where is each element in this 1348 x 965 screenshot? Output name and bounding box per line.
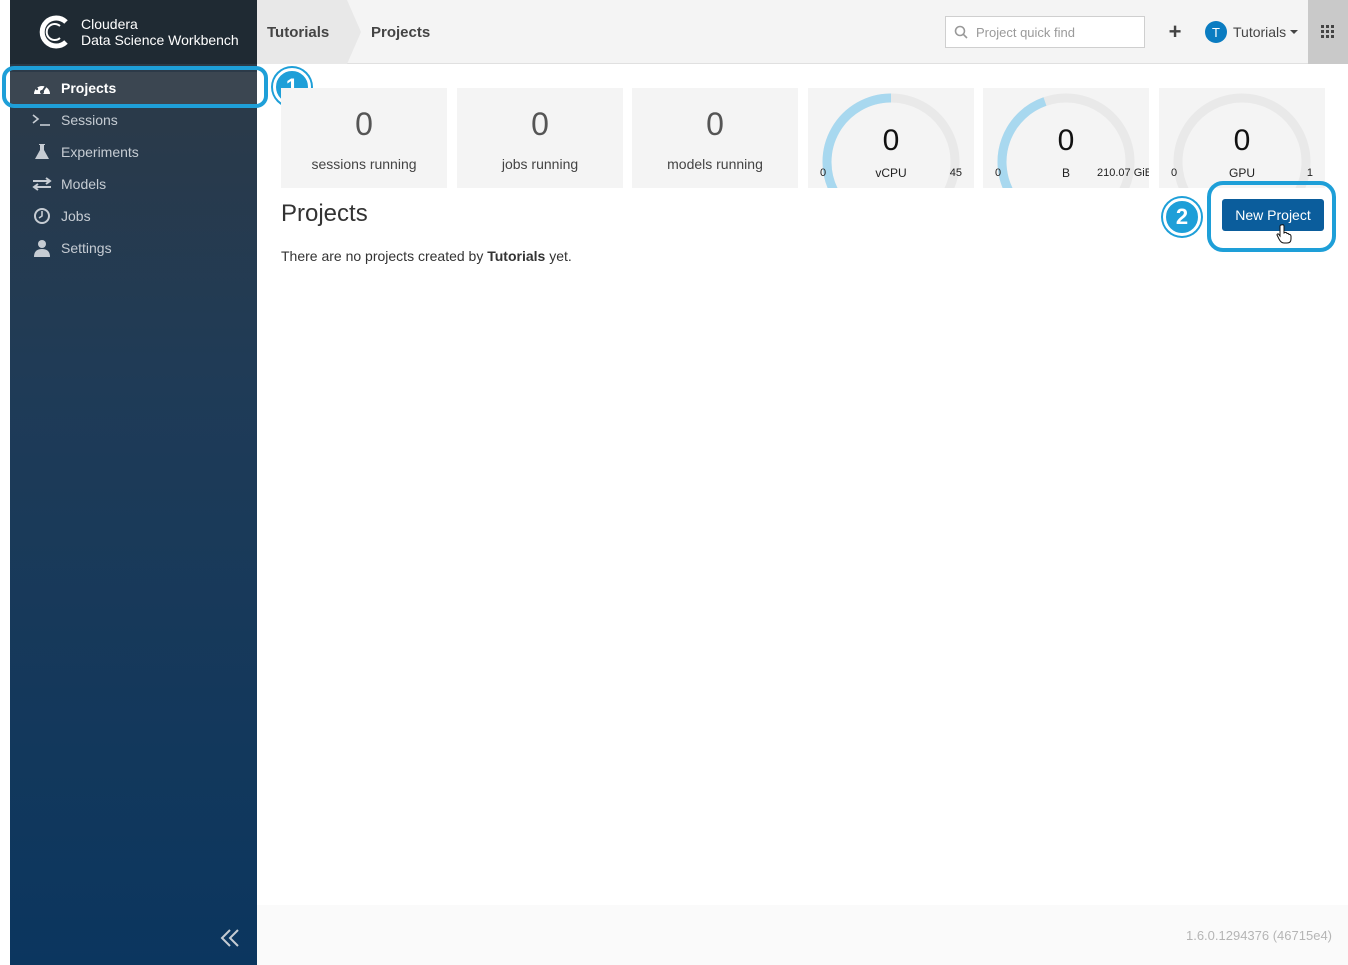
search-input[interactable] xyxy=(976,24,1136,40)
brand-line-1: Cloudera xyxy=(81,16,138,32)
apps-grid-button[interactable] xyxy=(1308,0,1348,64)
brand-header[interactable]: Cloudera Data Science Workbench xyxy=(10,0,257,64)
gauge-value: 0 xyxy=(882,124,900,157)
page-title: Projects xyxy=(281,200,368,227)
gauge-value: 0 xyxy=(1233,124,1251,157)
gauge-max: 45 xyxy=(949,167,962,179)
avatar: T xyxy=(1205,21,1227,43)
add-icon[interactable]: + xyxy=(1165,19,1185,44)
brand-line-2: Data Science Workbench xyxy=(81,32,239,48)
clock-icon xyxy=(32,207,52,225)
flask-icon xyxy=(32,143,52,161)
new-project-button[interactable]: New Project xyxy=(1222,199,1324,231)
user-icon xyxy=(32,239,52,257)
sidebar-item-label: Settings xyxy=(61,240,112,256)
empty-state-message: There are no projects created by Tutoria… xyxy=(281,248,572,264)
stat-value: 0 xyxy=(706,106,724,142)
project-search[interactable] xyxy=(945,16,1145,48)
hand-cursor-icon xyxy=(1276,224,1292,244)
grid-icon xyxy=(1321,25,1334,38)
sidebar: Cloudera Data Science Workbench Projects… xyxy=(10,0,257,965)
sidebar-item-jobs[interactable]: Jobs xyxy=(10,200,257,232)
sidebar-item-settings[interactable]: Settings xyxy=(10,232,257,264)
terminal-icon xyxy=(32,111,52,129)
gauge-memory: 0 B 0 210.07 GiB xyxy=(983,88,1149,188)
breadcrumb-tutorials[interactable]: Tutorials xyxy=(257,0,347,64)
sidebar-item-label: Jobs xyxy=(61,208,91,224)
stat-label: models running xyxy=(667,156,763,172)
sidebar-item-experiments[interactable]: Experiments xyxy=(10,136,257,168)
gauge-unit: GPU xyxy=(1228,166,1255,180)
sidebar-item-models[interactable]: Models xyxy=(10,168,257,200)
gauge-vcpu: 0 vCPU 0 45 xyxy=(808,88,974,188)
stat-value: 0 xyxy=(355,106,373,142)
gauge-max: 1 xyxy=(1306,167,1313,179)
top-bar: Tutorials Projects + T Tutorials xyxy=(257,0,1348,64)
stat-sessions-running: 0 sessions running xyxy=(281,88,447,188)
search-icon xyxy=(954,25,968,39)
empty-state-user: Tutorials xyxy=(487,248,546,264)
sidebar-item-label: Models xyxy=(61,176,107,192)
gauge-min: 0 xyxy=(1171,167,1178,179)
breadcrumb-separator xyxy=(347,0,361,64)
callout-highlight-projects xyxy=(2,66,268,108)
stat-jobs-running: 0 jobs running xyxy=(457,88,623,188)
cloudera-logo-icon xyxy=(39,15,68,49)
stat-models-running: 0 models running xyxy=(632,88,798,188)
stat-label: sessions running xyxy=(311,156,417,172)
gauge-min: 0 xyxy=(995,167,1002,179)
callout-number-2: 2 xyxy=(1163,198,1201,236)
gauge-min: 0 xyxy=(820,167,827,179)
sidebar-item-label: Experiments xyxy=(61,144,139,160)
stat-label: jobs running xyxy=(501,156,579,172)
stat-value: 0 xyxy=(531,106,549,142)
empty-state-suffix: yet. xyxy=(545,248,572,264)
sidebar-item-sessions[interactable]: Sessions xyxy=(10,104,257,136)
gauge-gpu: 0 GPU 0 1 xyxy=(1159,88,1325,188)
caret-down-icon xyxy=(1290,30,1299,34)
gauge-max: 210.07 GiB xyxy=(1097,167,1149,179)
empty-state-prefix: There are no projects created by xyxy=(281,248,488,264)
sidebar-item-label: Sessions xyxy=(61,112,118,128)
breadcrumb-projects: Projects xyxy=(371,23,431,41)
user-menu[interactable]: T Tutorials xyxy=(1205,20,1299,44)
exchange-arrows-icon xyxy=(32,175,52,193)
double-chevron-left-icon[interactable] xyxy=(218,926,242,950)
user-name: Tutorials xyxy=(1233,24,1287,40)
brand-name: Cloudera Data Science Workbench xyxy=(81,16,239,48)
footer: 1.6.0.1294376 (46715e4) xyxy=(257,905,1348,965)
version-label: 1.6.0.1294376 (46715e4) xyxy=(1185,928,1332,943)
gauge-value: 0 xyxy=(1057,124,1075,157)
